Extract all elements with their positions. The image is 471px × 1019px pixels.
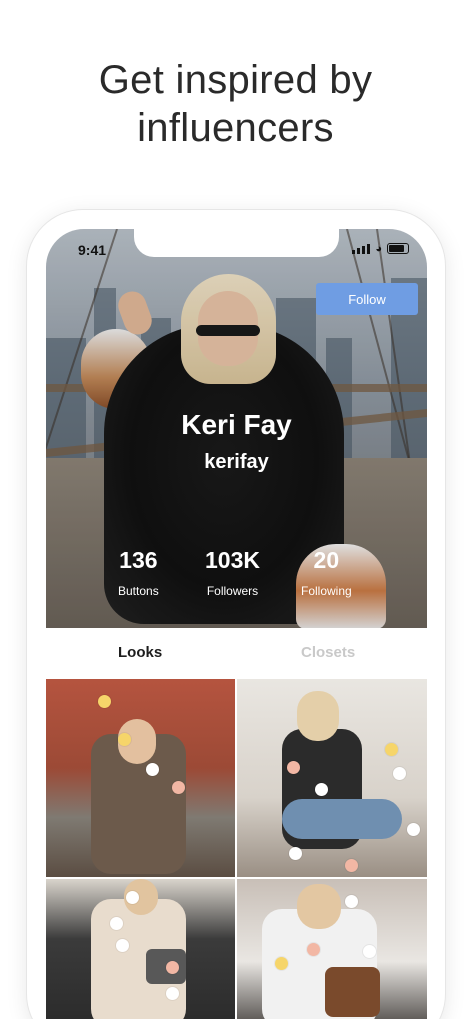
product-dot[interactable]	[307, 943, 320, 956]
product-dot[interactable]	[287, 761, 300, 774]
product-dot[interactable]	[116, 939, 129, 952]
profile-name: Keri Fay	[181, 409, 292, 440]
look-tile-white-coat[interactable]	[237, 879, 427, 1019]
product-dot[interactable]	[172, 781, 185, 794]
signal-icon	[352, 244, 371, 254]
product-dot[interactable]	[385, 743, 398, 756]
look-tile-coffee[interactable]	[46, 679, 235, 877]
product-dot[interactable]	[166, 961, 179, 974]
product-dot[interactable]	[345, 859, 358, 872]
status-time: 9:41	[78, 242, 107, 258]
follow-button[interactable]: Follow	[316, 283, 418, 315]
look-tile-bedroom[interactable]	[237, 679, 427, 877]
product-dot[interactable]	[98, 695, 111, 708]
profile-hero: 9:41 ◕ Follow Keri Fay kerifay 136 Butto…	[46, 229, 427, 628]
phone-notch	[134, 229, 339, 257]
tab-closets[interactable]: Closets	[301, 644, 355, 661]
stat-following[interactable]: 20 Following	[301, 547, 352, 598]
stat-value: 20	[313, 547, 340, 573]
stat-label: Followers	[206, 584, 259, 598]
stat-value: 103K	[205, 547, 260, 573]
battery-icon	[387, 243, 409, 254]
stat-buttons[interactable]: 136 Buttons	[118, 547, 159, 598]
product-dot[interactable]	[407, 823, 420, 836]
product-dot[interactable]	[166, 987, 179, 1000]
product-dot[interactable]	[363, 945, 376, 958]
product-dot[interactable]	[315, 783, 328, 796]
stat-label: Following	[301, 584, 352, 598]
look-tile-street[interactable]	[46, 879, 235, 1019]
stat-value: 136	[119, 547, 158, 573]
tab-bar: Looks Closets	[46, 628, 427, 680]
product-dot[interactable]	[126, 891, 139, 904]
product-dot[interactable]	[289, 847, 302, 860]
product-dot[interactable]	[275, 957, 288, 970]
stat-label: Buttons	[118, 584, 159, 598]
profile-handle: kerifay	[204, 451, 269, 473]
stat-followers[interactable]: 103K Followers	[205, 547, 260, 598]
product-dot[interactable]	[345, 895, 358, 908]
product-dot[interactable]	[118, 733, 131, 746]
looks-grid	[46, 679, 427, 1019]
status-icons: ◕	[352, 243, 409, 255]
headline: Get inspired by influencers	[98, 58, 373, 150]
product-dot[interactable]	[110, 917, 123, 930]
wifi-icon: ◕	[375, 243, 382, 255]
app-screen: 9:41 ◕ Follow Keri Fay kerifay 136 Butto…	[46, 229, 427, 1019]
product-dot[interactable]	[393, 767, 406, 780]
tab-looks[interactable]: Looks	[118, 644, 162, 661]
product-dot[interactable]	[146, 763, 159, 776]
